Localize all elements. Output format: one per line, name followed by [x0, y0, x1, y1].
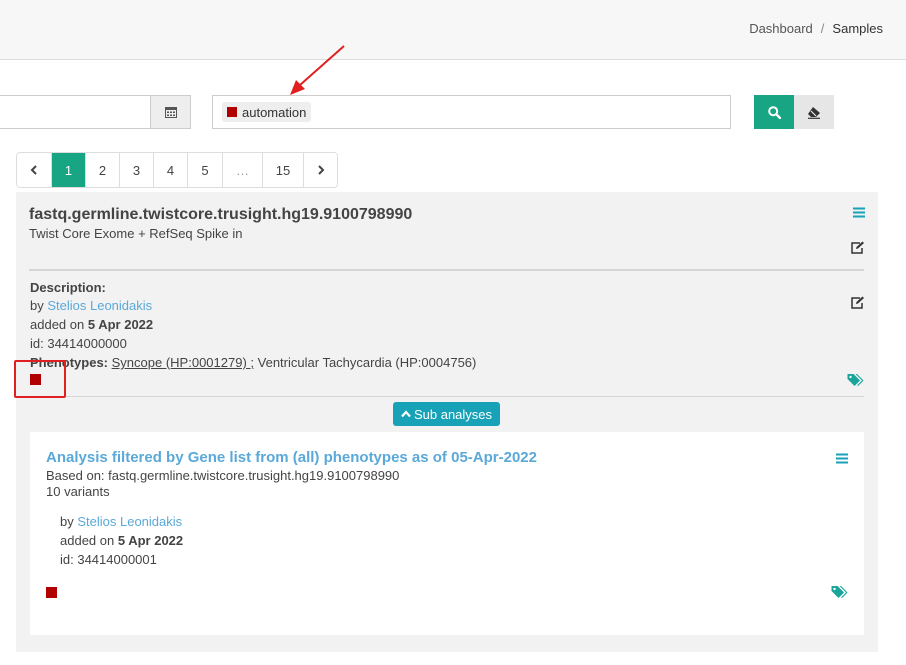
phenotype-link[interactable]: Syncope (HP:0001279) ;	[112, 355, 254, 370]
page-2[interactable]: 2	[85, 153, 119, 187]
search-button[interactable]	[754, 95, 794, 129]
breadcrumb-separator: /	[820, 21, 825, 36]
analysis-id: id: 34414000001	[60, 552, 157, 567]
sample-tags-button[interactable]	[847, 373, 864, 390]
annotation-highlight-box	[14, 360, 66, 398]
page-1[interactable]: 1	[51, 153, 85, 187]
clear-button[interactable]	[794, 95, 834, 129]
edit-icon	[851, 296, 864, 309]
edit-description-button[interactable]	[851, 296, 865, 312]
analysis-card: Analysis filtered by Gene list from (all…	[30, 432, 864, 635]
prev-page-button[interactable]	[17, 153, 51, 187]
filter-tag-label: automation	[242, 104, 307, 120]
sample-author-link[interactable]: Stelios Leonidakis	[47, 298, 152, 313]
pagination: 1 2 3 4 5 … 15	[16, 152, 338, 188]
card-divider	[29, 396, 864, 397]
tag-color-swatch	[227, 107, 237, 117]
analysis-menu-button[interactable]	[836, 452, 848, 467]
sample-title[interactable]: fastq.germline.twistcore.trusight.hg19.9…	[29, 206, 412, 224]
search-icon	[767, 105, 781, 119]
tags-icon	[831, 586, 848, 598]
edit-icon	[851, 241, 864, 254]
eraser-icon	[808, 106, 820, 119]
sample-subtitle: Twist Core Exome + RefSeq Spike in	[29, 226, 243, 241]
breadcrumb-dashboard[interactable]: Dashboard	[749, 21, 813, 36]
phenotype-text: Ventricular Tachycardia (HP:0004756)	[257, 355, 477, 370]
analysis-title[interactable]: Analysis filtered by Gene list from (all…	[46, 449, 537, 466]
sample-card: fastq.germline.twistcore.trusight.hg19.9…	[16, 192, 878, 652]
analysis-variants: 10 variants	[46, 484, 110, 499]
top-bar: Dashboard / Samples	[0, 0, 906, 60]
menu-icon	[836, 453, 848, 464]
page-5[interactable]: 5	[187, 153, 222, 187]
page-ellipsis: …	[222, 153, 262, 187]
page-4[interactable]: 4	[153, 153, 187, 187]
sample-id: id: 34414000000	[30, 336, 127, 351]
card-divider	[29, 269, 864, 271]
analysis-author-link[interactable]: Stelios Leonidakis	[77, 514, 182, 529]
sample-menu-button[interactable]	[853, 206, 865, 221]
filter-tag-chip[interactable]: automation	[222, 102, 312, 122]
description-label: Description:	[30, 280, 106, 295]
analysis-tag-swatch[interactable]	[46, 587, 57, 598]
analysis-based-on: Based on: fastq.germline.twistcore.trusi…	[46, 468, 400, 483]
sample-author-line: by Stelios Leonidakis	[30, 298, 153, 313]
chevron-left-icon	[30, 165, 37, 175]
calendar-icon	[164, 107, 177, 118]
sub-analyses-label: Sub analyses	[413, 406, 493, 422]
menu-icon	[853, 207, 865, 218]
edit-sample-button[interactable]	[851, 241, 865, 257]
breadcrumb: Dashboard / Samples	[749, 21, 883, 36]
tags-icon	[847, 374, 864, 386]
chevron-up-icon	[401, 410, 411, 418]
sub-analyses-toggle[interactable]: Sub analyses	[393, 402, 500, 426]
calendar-button[interactable]	[150, 95, 191, 129]
page-15[interactable]: 15	[262, 153, 303, 187]
sample-added-line: added on 5 Apr 2022	[30, 317, 154, 332]
breadcrumb-current: Samples	[832, 21, 883, 36]
analysis-author-line: by Stelios Leonidakis	[60, 514, 183, 529]
date-input[interactable]	[0, 95, 150, 129]
next-page-button[interactable]	[303, 153, 337, 187]
analysis-tags-button[interactable]	[831, 585, 848, 602]
sample-phenotypes: Phenotypes: Syncope (HP:0001279) ; Ventr…	[30, 355, 477, 370]
analysis-added-line: added on 5 Apr 2022	[60, 533, 184, 548]
tag-filter-input[interactable]: automation	[212, 95, 731, 129]
page-3[interactable]: 3	[119, 153, 153, 187]
chevron-right-icon	[317, 165, 324, 175]
